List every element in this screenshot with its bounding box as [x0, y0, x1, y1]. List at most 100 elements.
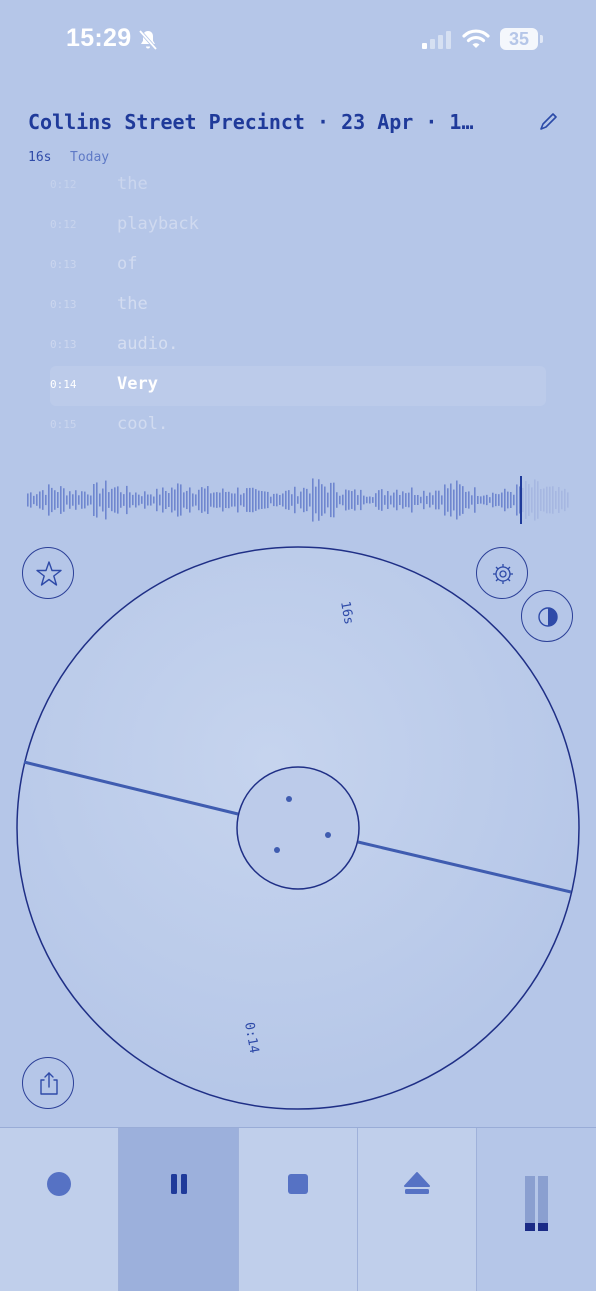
waveform-bar	[561, 490, 563, 510]
transcript-row[interactable]: 0:12 the	[50, 166, 546, 206]
pencil-icon[interactable]	[536, 110, 560, 134]
battery-level: 35	[508, 29, 530, 49]
waveform-bar	[453, 489, 455, 511]
waveform-bar	[327, 492, 329, 508]
waveform-bar	[552, 486, 554, 514]
waveform-bar	[462, 486, 464, 514]
word-timestamp: 0:14	[50, 378, 77, 391]
transcript-row[interactable]: 0:13 audio.	[50, 326, 546, 366]
pause-icon	[171, 1174, 187, 1194]
word-text: the	[117, 174, 148, 194]
waveform-bar	[117, 486, 119, 514]
waveform-bar	[546, 486, 548, 514]
waveform-bar	[438, 490, 440, 510]
waveform-bar	[429, 492, 431, 508]
waveform-bar	[471, 495, 473, 505]
waveform-bar	[450, 483, 452, 517]
waveform-bar	[132, 494, 134, 506]
level-meter	[477, 1128, 596, 1291]
waveform-bar	[246, 488, 248, 512]
waveform-bar	[555, 490, 557, 510]
waveform-bar	[27, 493, 29, 507]
pause-button[interactable]	[119, 1128, 239, 1291]
waveform-bar	[267, 491, 269, 509]
transcript-row[interactable]: 0:15 cool.	[50, 406, 546, 446]
waveform-bar	[192, 493, 194, 507]
theme-toggle-button[interactable]	[521, 590, 573, 642]
waveform-bar	[348, 490, 350, 510]
waveform-bar	[78, 495, 80, 505]
eject-button[interactable]	[358, 1128, 477, 1291]
stop-button[interactable]	[239, 1128, 358, 1291]
word-text: cool.	[117, 414, 169, 434]
waveform-bar	[255, 489, 257, 511]
waveform-bar	[210, 493, 212, 507]
waveform-bar	[507, 491, 509, 509]
settings-button[interactable]	[476, 547, 528, 599]
word-text: playback	[117, 214, 199, 234]
waveform-bar	[30, 492, 32, 508]
bell-slash-icon	[138, 29, 158, 51]
waveform-bar	[474, 487, 476, 513]
transcript-row[interactable]: 0:12 playback	[50, 206, 546, 246]
waveform-bar	[228, 491, 230, 509]
record-icon	[47, 1172, 71, 1196]
waveform-bar	[108, 492, 110, 508]
favorite-button[interactable]	[22, 547, 74, 599]
waveform-bar	[168, 493, 170, 507]
waveform-bar	[66, 495, 68, 505]
waveform-bar	[405, 493, 407, 507]
waveform-bar	[531, 487, 533, 513]
share-icon	[40, 1072, 58, 1095]
waveform-bar	[528, 484, 530, 516]
waveform-scrubber[interactable]	[26, 474, 570, 526]
waveform-bar	[162, 487, 164, 513]
waveform-bar	[75, 490, 77, 510]
waveform-bar	[198, 489, 200, 511]
waveform-bar	[375, 493, 377, 507]
waveform-bar	[534, 479, 536, 521]
waveform-bar	[204, 488, 206, 512]
transcript-row[interactable]: 0:13 the	[50, 286, 546, 326]
playback-dial[interactable]: 16s 0:14	[0, 540, 596, 1120]
transport-toolbar	[0, 1127, 596, 1291]
waveform-bar	[366, 496, 368, 504]
waveform-bar	[165, 490, 167, 510]
waveform-bar	[51, 487, 53, 513]
eject-icon	[404, 1172, 430, 1194]
waveform-bar	[435, 490, 437, 510]
waveform-bar	[276, 493, 278, 507]
word-text: Very	[117, 374, 158, 394]
record-button[interactable]	[0, 1128, 119, 1291]
waveform-bar	[279, 495, 281, 505]
waveform-bar	[294, 486, 296, 514]
waveform-bar	[213, 492, 215, 508]
waveform-bar	[42, 490, 44, 510]
waveform-bar	[222, 488, 224, 512]
share-button[interactable]	[22, 1057, 74, 1109]
recording-title[interactable]: Collins Street Precinct · 23 Apr · 1…	[28, 110, 498, 134]
waveform-bar	[501, 492, 503, 508]
waveform-bar	[288, 490, 290, 510]
waveform-bar	[396, 489, 398, 511]
dial-hub[interactable]	[236, 766, 360, 890]
transcript-row[interactable]: 0:13 of	[50, 246, 546, 286]
waveform-bar	[45, 494, 47, 506]
waveform-bar	[48, 484, 50, 516]
waveform-bar	[480, 496, 482, 504]
word-timestamp: 0:12	[50, 178, 77, 191]
waveform-bar	[567, 492, 569, 508]
waveform-bar	[114, 487, 116, 513]
waveform-bar	[486, 494, 488, 506]
waveform-bar	[219, 492, 221, 508]
waveform-bar	[543, 488, 545, 512]
waveform-bar	[312, 478, 314, 522]
waveform-bar	[516, 484, 518, 516]
waveform-bar	[144, 491, 146, 509]
waveform-bar	[408, 492, 410, 508]
waveform-bar	[87, 494, 89, 506]
waveform-bar	[216, 492, 218, 508]
transcript-row-active[interactable]: 0:14 Very	[50, 366, 546, 406]
waveform-bar	[309, 493, 311, 507]
waveform-bar	[393, 492, 395, 508]
